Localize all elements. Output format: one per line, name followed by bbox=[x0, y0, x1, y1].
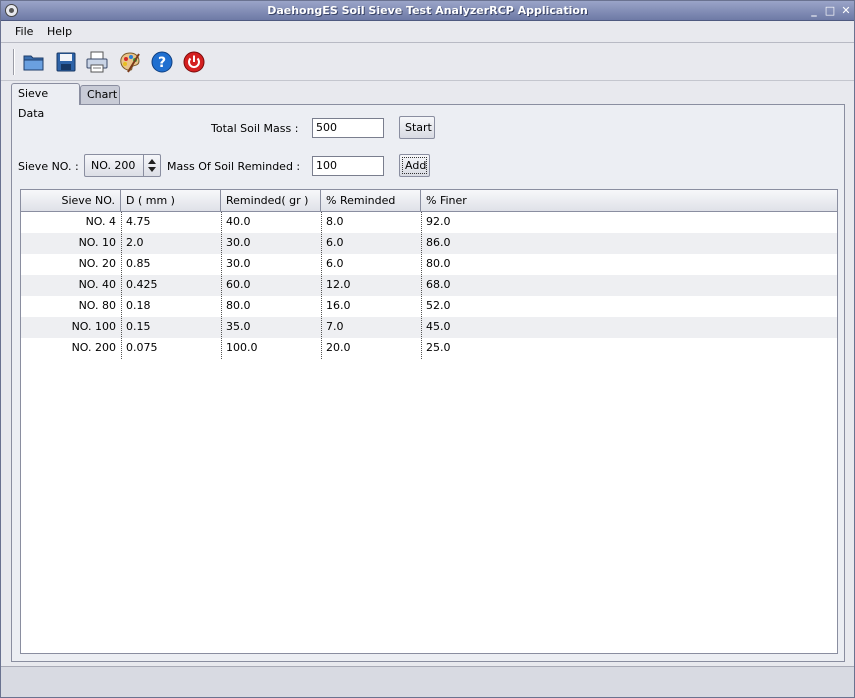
window-title: DaehongES Soil Sieve Test AnalyzerRCP Ap… bbox=[267, 4, 588, 17]
table-cell: 2.0 bbox=[126, 236, 144, 249]
table-cell: 52.0 bbox=[426, 299, 451, 312]
table-row[interactable]: NO. 80 0.18 80.0 16.0 52.0 bbox=[21, 296, 837, 317]
table-cell: 6.0 bbox=[326, 257, 344, 270]
table-header: Sieve NO. D ( mm ) Reminded( gr ) % Remi… bbox=[21, 190, 837, 212]
column-divider bbox=[421, 212, 422, 359]
spinner-arrows[interactable] bbox=[143, 155, 160, 176]
table-cell: 4.75 bbox=[126, 215, 151, 228]
table-cell: 0.18 bbox=[126, 299, 151, 312]
table-cell: 8.0 bbox=[326, 215, 344, 228]
table-cell: 0.425 bbox=[126, 278, 158, 291]
tab-chart[interactable]: Chart bbox=[80, 85, 120, 104]
column-header-percent-finer[interactable]: % Finer bbox=[421, 190, 837, 212]
menu-file[interactable]: File bbox=[15, 25, 33, 38]
table-cell: 86.0 bbox=[426, 236, 451, 249]
maximize-button[interactable]: □ bbox=[823, 4, 837, 18]
table-cell: 30.0 bbox=[226, 257, 251, 270]
sieve-no-value: NO. 200 bbox=[91, 159, 136, 172]
table-cell: 40.0 bbox=[226, 215, 251, 228]
column-divider bbox=[221, 212, 222, 359]
table-cell: 0.85 bbox=[126, 257, 151, 270]
column-header-percent-reminded[interactable]: % Reminded bbox=[321, 190, 421, 212]
column-divider bbox=[321, 212, 322, 359]
column-header-d-mm[interactable]: D ( mm ) bbox=[121, 190, 221, 212]
add-button[interactable]: Add bbox=[399, 154, 430, 177]
table-cell: NO. 80 bbox=[78, 299, 116, 312]
mass-reminded-input[interactable]: 100 bbox=[312, 156, 384, 176]
toolbar: ? bbox=[1, 43, 854, 81]
table-cell: 45.0 bbox=[426, 320, 451, 333]
table-cell: 80.0 bbox=[426, 257, 451, 270]
table-cell: 35.0 bbox=[226, 320, 251, 333]
column-header-sieve-no[interactable]: Sieve NO. bbox=[21, 190, 121, 212]
sieve-no-spinner[interactable]: NO. 200 bbox=[84, 154, 161, 177]
table-row[interactable]: NO. 200 0.075 100.0 20.0 25.0 bbox=[21, 338, 837, 359]
tab-sieve-data[interactable]: Sieve Data bbox=[11, 83, 80, 120]
svg-text:?: ? bbox=[158, 55, 166, 71]
table-cell: 6.0 bbox=[326, 236, 344, 249]
mass-reminded-label: Mass Of Soil Reminded : bbox=[167, 160, 301, 173]
app-window: DaehongES Soil Sieve Test AnalyzerRCP Ap… bbox=[0, 0, 855, 698]
table-cell: 7.0 bbox=[326, 320, 344, 333]
spin-up-arrow-icon[interactable] bbox=[148, 159, 156, 164]
table-cell: NO. 40 bbox=[78, 278, 116, 291]
open-folder-icon[interactable] bbox=[22, 50, 46, 74]
table-row[interactable]: NO. 20 0.85 30.0 6.0 80.0 bbox=[21, 254, 837, 275]
palette-icon[interactable] bbox=[118, 50, 142, 74]
table-cell: 16.0 bbox=[326, 299, 351, 312]
total-soil-mass-input[interactable]: 500 bbox=[312, 118, 384, 138]
column-header-reminded-gr[interactable]: Reminded( gr ) bbox=[221, 190, 321, 212]
table-cell: 0.075 bbox=[126, 341, 158, 354]
table-row[interactable]: NO. 100 0.15 35.0 7.0 45.0 bbox=[21, 317, 837, 338]
minimize-button[interactable]: _ bbox=[807, 4, 821, 18]
power-icon[interactable] bbox=[182, 50, 206, 74]
status-bar bbox=[1, 666, 854, 697]
toolbar-grip[interactable] bbox=[13, 49, 15, 75]
table-cell: 12.0 bbox=[326, 278, 351, 291]
menu-bar: File Help bbox=[1, 21, 854, 43]
table-cell: 60.0 bbox=[226, 278, 251, 291]
table-cell: 25.0 bbox=[426, 341, 451, 354]
sieve-data-panel: Total Soil Mass : 500 Start Sieve NO. : … bbox=[11, 104, 845, 662]
table-row[interactable]: NO. 4 4.75 40.0 8.0 92.0 bbox=[21, 212, 837, 233]
column-divider bbox=[121, 212, 122, 359]
table-cell: NO. 100 bbox=[71, 320, 116, 333]
sieve-no-label: Sieve NO. : bbox=[18, 160, 79, 173]
table-cell: 80.0 bbox=[226, 299, 251, 312]
table-row[interactable]: NO. 40 0.425 60.0 12.0 68.0 bbox=[21, 275, 837, 296]
help-icon[interactable]: ? bbox=[150, 50, 174, 74]
table-row[interactable]: NO. 10 2.0 30.0 6.0 86.0 bbox=[21, 233, 837, 254]
table-cell: NO. 10 bbox=[78, 236, 116, 249]
spin-down-arrow-icon[interactable] bbox=[148, 167, 156, 172]
table-cell: 100.0 bbox=[226, 341, 258, 354]
table-cell: NO. 20 bbox=[78, 257, 116, 270]
menu-help[interactable]: Help bbox=[47, 25, 72, 38]
total-soil-mass-label: Total Soil Mass : bbox=[211, 122, 299, 135]
table-cell: 30.0 bbox=[226, 236, 251, 249]
title-bar[interactable]: DaehongES Soil Sieve Test AnalyzerRCP Ap… bbox=[1, 1, 854, 21]
start-button[interactable]: Start bbox=[399, 116, 435, 139]
table-cell: NO. 4 bbox=[85, 215, 116, 228]
save-icon[interactable] bbox=[54, 50, 78, 74]
table-cell: NO. 200 bbox=[71, 341, 116, 354]
table-cell: 20.0 bbox=[326, 341, 351, 354]
table-cell: 92.0 bbox=[426, 215, 451, 228]
sieve-table: Sieve NO. D ( mm ) Reminded( gr ) % Remi… bbox=[20, 189, 838, 654]
close-button[interactable]: ✕ bbox=[839, 4, 853, 18]
table-cell: 68.0 bbox=[426, 278, 451, 291]
table-cell: 0.15 bbox=[126, 320, 151, 333]
print-icon[interactable] bbox=[85, 50, 109, 74]
